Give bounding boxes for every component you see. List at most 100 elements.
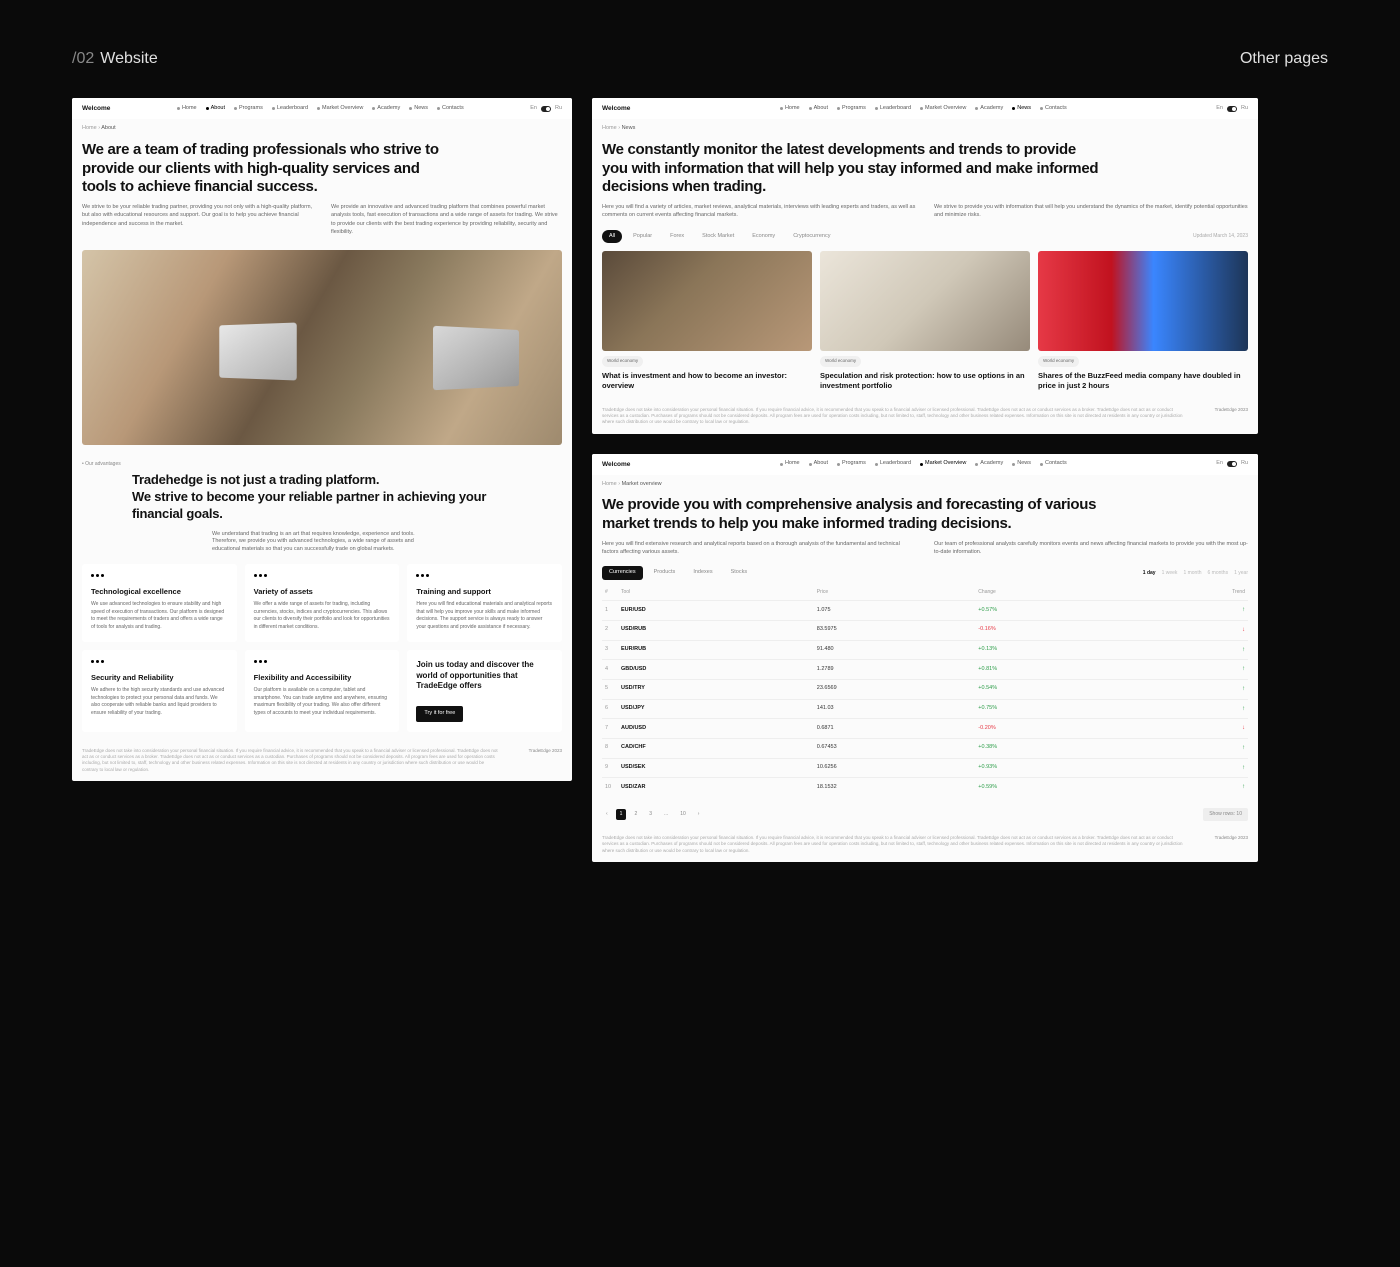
news-title: Shares of the BuzzFeed media company hav… bbox=[1038, 371, 1248, 391]
nav-item-home[interactable]: Home bbox=[780, 460, 800, 468]
feature-card: Flexibility and AccessibilityOur platfor… bbox=[245, 650, 400, 732]
nav-item-leaderboard[interactable]: Leaderboard bbox=[875, 460, 911, 468]
table-row[interactable]: 6USD/JPY141.03+0.75%↑ bbox=[602, 699, 1248, 719]
page-num[interactable]: ... bbox=[660, 809, 672, 820]
nav-item-home[interactable]: Home bbox=[780, 105, 800, 113]
market-page-mock: Welcome HomeAboutProgramsLeaderboardMark… bbox=[592, 454, 1258, 862]
nav-item-news[interactable]: News bbox=[409, 105, 428, 113]
hero-title: We are a team of trading professionals w… bbox=[72, 133, 462, 203]
lang-ru[interactable]: Ru bbox=[555, 105, 562, 113]
nav-item-contacts[interactable]: Contacts bbox=[1040, 460, 1067, 468]
time-tab[interactable]: 1 week bbox=[1162, 570, 1178, 577]
top-nav: Welcome Home About Programs Leaderboard Mark… bbox=[72, 98, 572, 119]
table-row[interactable]: 4GBD/USD1.2789+0.81%↑ bbox=[602, 660, 1248, 680]
filter-stock-market[interactable]: Stock Market bbox=[695, 230, 741, 244]
news-card[interactable]: World economy Shares of the BuzzFeed medi… bbox=[1038, 251, 1248, 391]
header-right: Other pages bbox=[1240, 50, 1328, 68]
tab-indexes[interactable]: Indexes bbox=[686, 566, 719, 580]
news-title: Speculation and risk protection: how to … bbox=[820, 371, 1030, 391]
footer-disclaimer: TradeEdge does not take into considerati… bbox=[72, 742, 572, 781]
table-row[interactable]: 5USD/TRY23.6569+0.54%↑ bbox=[602, 679, 1248, 699]
pagination[interactable]: ‹123...10› bbox=[602, 809, 703, 820]
filter-popular[interactable]: Popular bbox=[626, 230, 659, 244]
filter-cryptocurrency[interactable]: Cryptocurrency bbox=[786, 230, 837, 244]
lang-ru[interactable]: Ru bbox=[1241, 460, 1248, 468]
time-tab[interactable]: 1 month bbox=[1183, 570, 1201, 577]
table-row[interactable]: 7AUD/USD0.6871-0.20%↓ bbox=[602, 719, 1248, 739]
nav-item-programs[interactable]: Programs bbox=[837, 460, 866, 468]
lang-ru[interactable]: Ru bbox=[1241, 105, 1248, 113]
nav-item-programs[interactable]: Programs bbox=[234, 105, 263, 113]
crumb-current: News bbox=[622, 125, 636, 131]
theme-toggle[interactable] bbox=[1227, 461, 1237, 467]
news-tag: World economy bbox=[1038, 356, 1079, 366]
nav-item-academy[interactable]: Academy bbox=[372, 105, 400, 113]
filter-all[interactable]: All bbox=[602, 230, 622, 244]
table-row[interactable]: 10USD/ZAR18.1532+0.59%↑ bbox=[602, 778, 1248, 797]
nav-item-home[interactable]: Home bbox=[177, 105, 197, 113]
show-rows-select[interactable]: Show rows: 10 bbox=[1203, 808, 1248, 821]
nav-item-market-overview[interactable]: Market Overview bbox=[920, 460, 966, 468]
crumb-home[interactable]: Home bbox=[82, 125, 97, 131]
filter-economy[interactable]: Economy bbox=[745, 230, 782, 244]
news-card[interactable]: World economy Speculation and risk protec… bbox=[820, 251, 1030, 391]
nav-item-about[interactable]: About bbox=[809, 460, 828, 468]
tab-stocks[interactable]: Stocks bbox=[724, 566, 755, 580]
page-num[interactable]: 1 bbox=[616, 809, 627, 820]
hero-col-1: We strive to be your reliable trading pa… bbox=[82, 203, 313, 236]
nav-item-market-overview[interactable]: Market Overview bbox=[317, 105, 363, 113]
crumb-home[interactable]: Home bbox=[602, 125, 617, 131]
section-number: /02 bbox=[72, 50, 94, 67]
lang-en[interactable]: En bbox=[1216, 105, 1223, 113]
hero-title: We constantly monitor the latest develop… bbox=[592, 133, 1111, 203]
try-free-button[interactable]: Try it for free bbox=[416, 706, 463, 722]
nav-item-academy[interactable]: Academy bbox=[975, 460, 1003, 468]
page-num[interactable]: 10 bbox=[676, 809, 690, 820]
time-tab[interactable]: 6 months bbox=[1208, 570, 1229, 577]
footer-copy: TradeEdge 2023 bbox=[1215, 407, 1248, 426]
brand: Welcome bbox=[82, 104, 110, 113]
crumb-home[interactable]: Home bbox=[602, 481, 617, 487]
footer-disclaimer: TradeEdge does not take into considerati… bbox=[592, 401, 1258, 434]
page-num[interactable]: 3 bbox=[645, 809, 656, 820]
nav-item-academy[interactable]: Academy bbox=[975, 105, 1003, 113]
about-page-mock: Welcome Home About Programs Leaderboard Mark… bbox=[72, 98, 572, 781]
nav-item-market-overview[interactable]: Market Overview bbox=[920, 105, 966, 113]
table-row[interactable]: 8CAD/CHF0.67453+0.38%↑ bbox=[602, 738, 1248, 758]
filter-forex[interactable]: Forex bbox=[663, 230, 691, 244]
nav-item-leaderboard[interactable]: Leaderboard bbox=[875, 105, 911, 113]
time-tab[interactable]: 1 day bbox=[1143, 570, 1156, 577]
feature-card: Training and supportHere you will find e… bbox=[407, 564, 562, 642]
nav-item-news[interactable]: News bbox=[1012, 105, 1031, 113]
nav-item-contacts[interactable]: Contacts bbox=[1040, 105, 1067, 113]
feature-card: Technological excellenceWe use advanced … bbox=[82, 564, 237, 642]
news-tag: World economy bbox=[820, 356, 861, 366]
brand: Welcome bbox=[602, 104, 630, 113]
news-card[interactable]: World economyWhat is investment and how … bbox=[602, 251, 812, 391]
hero-col-2: We provide an innovative and advanced tr… bbox=[331, 203, 562, 236]
tab-products[interactable]: Products bbox=[647, 566, 683, 580]
lang-en[interactable]: En bbox=[1216, 460, 1223, 468]
nav-item-news[interactable]: News bbox=[1012, 460, 1031, 468]
nav-item-programs[interactable]: Programs bbox=[837, 105, 866, 113]
section-label: Website bbox=[100, 50, 158, 67]
th-trend: Trend bbox=[1130, 585, 1248, 601]
lang-en[interactable]: En bbox=[530, 105, 537, 113]
th-price: Price bbox=[814, 585, 976, 601]
crumb-current: Market overview bbox=[622, 481, 662, 487]
nav-item-contacts[interactable]: Contacts bbox=[437, 105, 464, 113]
nav-item-about[interactable]: About bbox=[809, 105, 828, 113]
table-row[interactable]: 3EUR/RUB91.480+0.13%↑ bbox=[602, 640, 1248, 660]
time-tab[interactable]: 1 year bbox=[1234, 570, 1248, 577]
updated-label: Updated March 14, 2023 bbox=[1193, 233, 1248, 240]
table-row[interactable]: 1EUR/USD1.075+0.57%↑ bbox=[602, 601, 1248, 621]
theme-toggle[interactable] bbox=[541, 106, 551, 112]
tab-currencies[interactable]: Currencies bbox=[602, 566, 643, 580]
table-row[interactable]: 9USD/SEK10.6256+0.93%↑ bbox=[602, 758, 1248, 778]
feature-card: Security and ReliabilityWe adhere to the… bbox=[82, 650, 237, 732]
table-row[interactable]: 2USD/RUB83.5975-0.16%↓ bbox=[602, 620, 1248, 640]
nav-item-about[interactable]: About bbox=[206, 105, 225, 113]
page-num[interactable]: 2 bbox=[630, 809, 641, 820]
theme-toggle[interactable] bbox=[1227, 106, 1237, 112]
nav-item-leaderboard[interactable]: Leaderboard bbox=[272, 105, 308, 113]
